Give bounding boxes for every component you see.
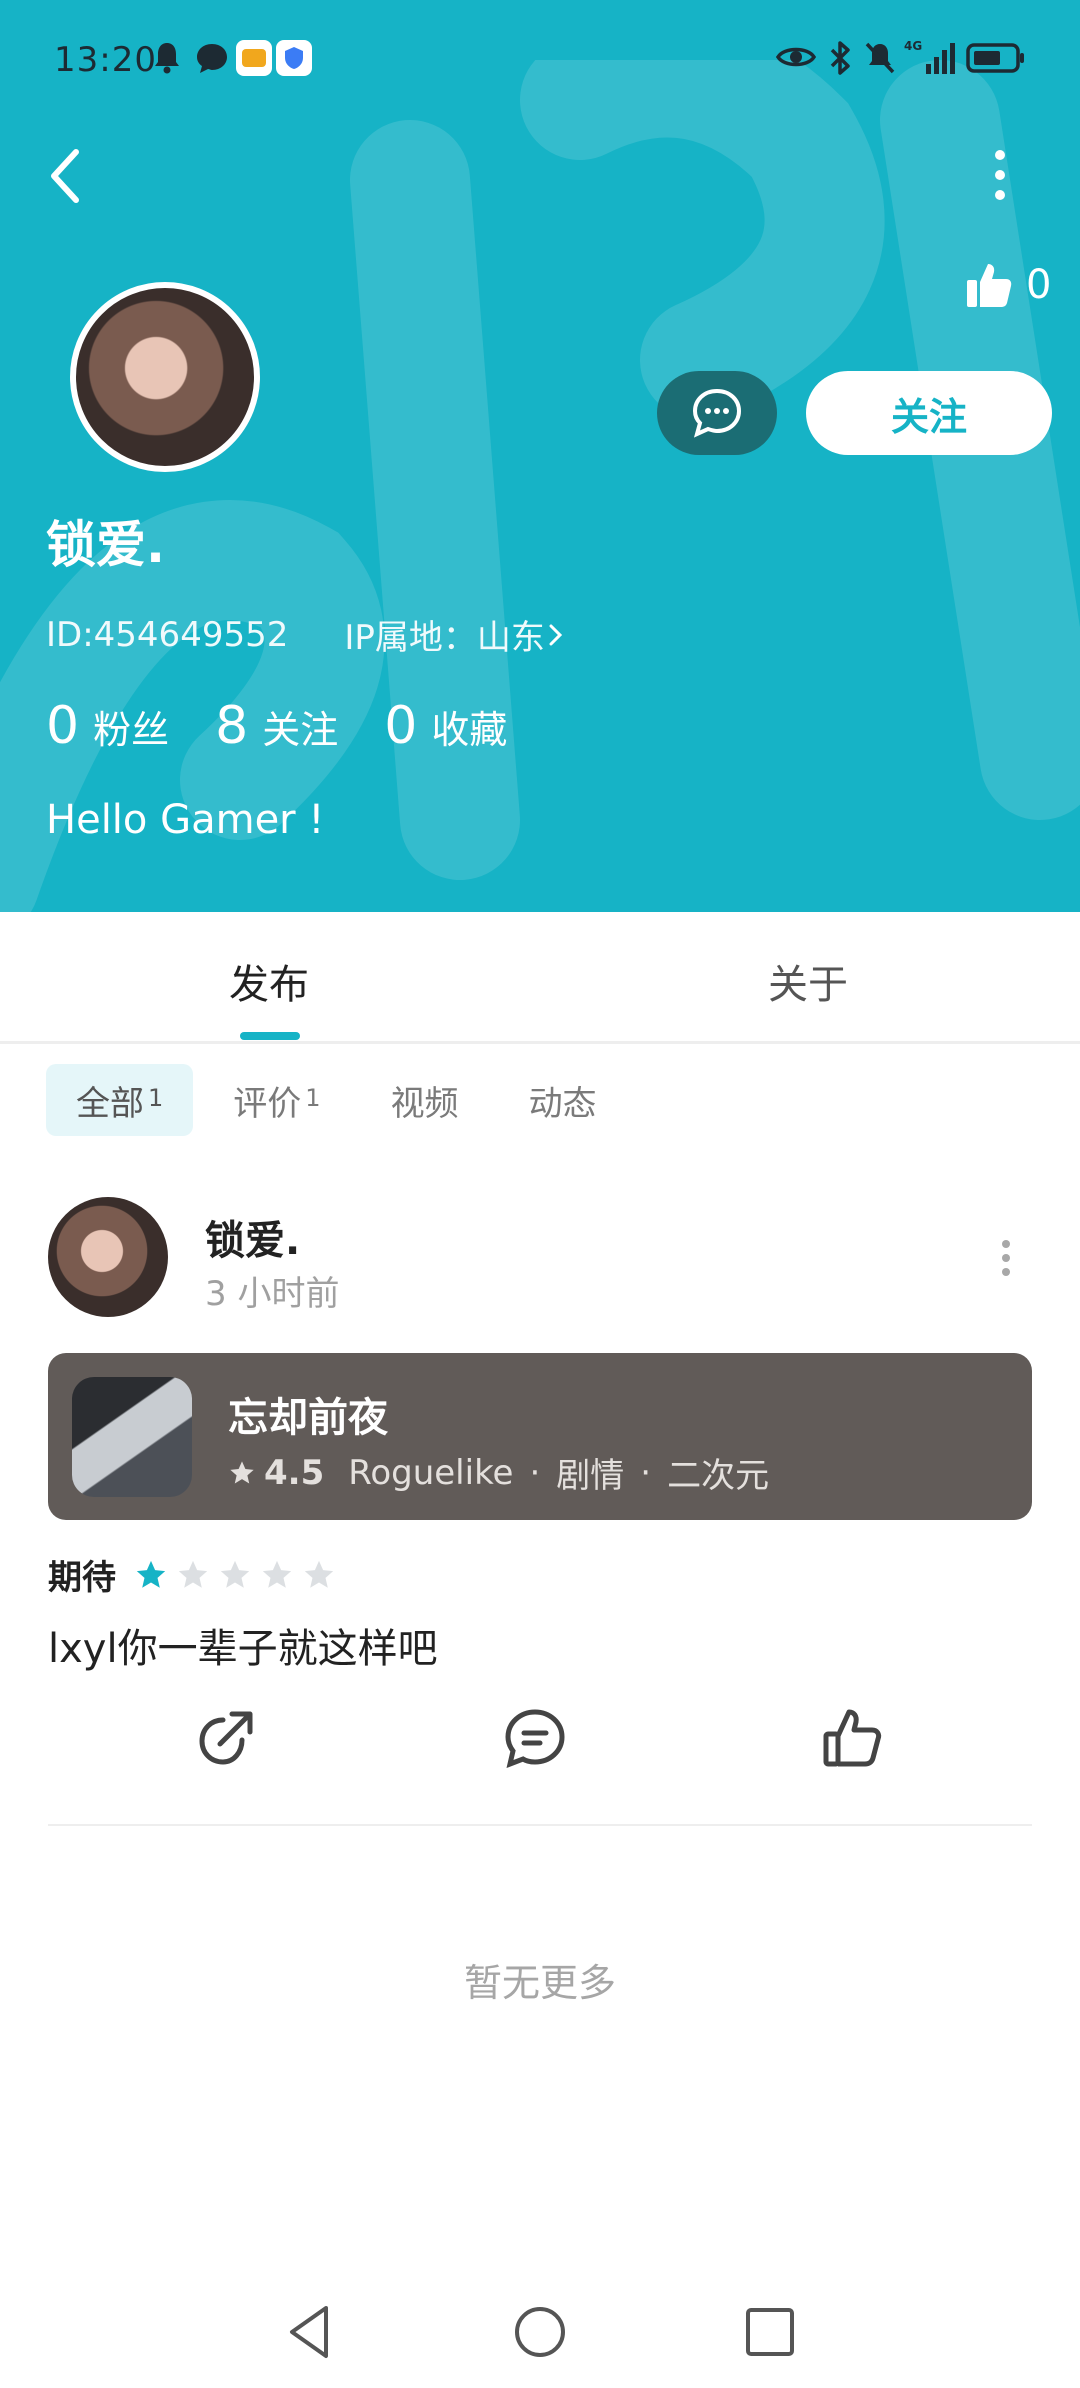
eye-icon xyxy=(776,47,816,67)
back-arrow-icon[interactable] xyxy=(40,140,92,212)
profile-stats: 0 粉丝 8 关注 0 收藏 xyxy=(46,696,553,756)
chat-bubble-icon xyxy=(197,44,227,73)
app-icon xyxy=(236,40,272,76)
signal-icon xyxy=(926,43,955,74)
background-watermark xyxy=(0,60,1080,912)
profile-bio: Hello Gamer ! xyxy=(46,797,325,843)
filter-label: 评价 xyxy=(233,1083,302,1124)
profile-avatar[interactable] xyxy=(70,282,260,472)
rating-row: 期待 xyxy=(48,1550,344,1599)
bell-icon xyxy=(155,43,179,74)
nav-recents-icon[interactable] xyxy=(738,2300,802,2364)
filter-label: 全部 xyxy=(76,1083,144,1124)
rating-label: 期待 xyxy=(48,1558,116,1598)
tab-indicator xyxy=(240,1032,300,1040)
stat-label: 收藏 xyxy=(431,708,508,752)
mute-icon xyxy=(865,42,895,74)
star-icon xyxy=(230,1460,254,1483)
chat-icon xyxy=(692,388,742,438)
tag-separator: · xyxy=(640,1452,652,1493)
game-title: 忘却前夜 xyxy=(228,1395,388,1441)
more-vertical-icon[interactable] xyxy=(980,145,1020,205)
post-author-name[interactable]: 锁爱. xyxy=(205,1208,300,1266)
profile-tabs: 发布 关于 xyxy=(0,912,1080,1044)
game-meta: 4.5 Roguelike · 剧情 · 二次元 xyxy=(228,1448,769,1497)
stat-label: 粉丝 xyxy=(93,708,170,752)
star-empty-icon xyxy=(304,1560,334,1588)
divider xyxy=(48,1824,1032,1826)
game-score: 4.5 xyxy=(264,1452,325,1493)
chevron-right-icon xyxy=(549,624,563,645)
nav-home-icon[interactable] xyxy=(508,2300,572,2364)
bluetooth-icon xyxy=(830,41,850,75)
system-nav-bar xyxy=(0,2280,1080,2388)
status-bar: 13:20 4G xyxy=(0,0,1080,120)
stat-fans[interactable]: 0 粉丝 xyxy=(46,696,169,756)
shield-icon xyxy=(276,40,312,76)
filter-count: 1 xyxy=(148,1084,164,1112)
like-icon[interactable] xyxy=(818,1704,888,1774)
status-time: 13:20 xyxy=(54,40,157,80)
message-button[interactable] xyxy=(657,371,777,455)
game-card[interactable]: 忘却前夜 4.5 Roguelike · 剧情 · 二次元 xyxy=(48,1353,1032,1520)
ip-location-link[interactable]: IP属地：山东 xyxy=(344,610,567,659)
stat-value: 8 xyxy=(215,696,249,756)
post-time: 3 小时前 xyxy=(205,1274,340,1314)
post-actions xyxy=(0,1704,1080,1794)
game-tag: Roguelike xyxy=(348,1452,514,1493)
like-count: 0 xyxy=(1026,262,1052,308)
star-empty-icon xyxy=(220,1560,250,1588)
follow-button[interactable]: 关注 xyxy=(806,371,1052,455)
game-tag: 二次元 xyxy=(667,1456,770,1496)
tag-separator: · xyxy=(529,1452,541,1493)
star-empty-icon xyxy=(262,1560,292,1588)
battery-icon xyxy=(966,43,1024,73)
filter-count: 1 xyxy=(305,1084,321,1112)
post-author-avatar[interactable] xyxy=(48,1197,168,1317)
profile-likes[interactable]: 0 xyxy=(964,255,1051,315)
post-text: lxyl你一辈子就这样吧 xyxy=(48,1626,438,1672)
stat-label: 关注 xyxy=(262,708,339,752)
thumbs-up-icon xyxy=(967,264,1012,307)
nav-back-icon[interactable] xyxy=(278,2300,342,2364)
stat-value: 0 xyxy=(46,696,80,756)
star-filled-icon xyxy=(136,1560,166,1588)
filter-label: 视频 xyxy=(390,1083,459,1124)
filter-all[interactable]: 全部 1 xyxy=(46,1064,194,1136)
filter-moments[interactable]: 动态 xyxy=(499,1064,627,1136)
filter-chips: 全部 1 评价 1 视频 动态 xyxy=(46,1064,637,1136)
ip-location: IP属地：山东 xyxy=(344,618,545,658)
share-icon[interactable] xyxy=(190,1704,260,1774)
comment-icon[interactable] xyxy=(500,1704,570,1774)
stat-value: 0 xyxy=(384,696,418,756)
no-more-label: 暂无更多 xyxy=(463,1961,616,2005)
filter-reviews[interactable]: 评价 1 xyxy=(203,1064,350,1136)
game-tag: 剧情 xyxy=(556,1456,625,1496)
profile-username: 锁爱. xyxy=(46,516,165,574)
stat-following[interactable]: 8 关注 xyxy=(215,696,338,756)
game-icon xyxy=(72,1377,192,1497)
tab-about[interactable]: 关于 xyxy=(768,952,848,1010)
filter-videos[interactable]: 视频 xyxy=(361,1064,489,1136)
user-id: ID:454649552 xyxy=(46,614,289,655)
star-empty-icon xyxy=(178,1560,208,1588)
stat-favorites[interactable]: 0 收藏 xyxy=(384,696,507,756)
tab-posts[interactable]: 发布 xyxy=(229,952,309,1010)
profile-id-row: ID:454649552 IP属地：山东 xyxy=(46,610,567,659)
profile-header: 13:20 4G 0 关注 锁爱. ID:454649552 IP属地：山东 0… xyxy=(0,0,1080,912)
filter-label: 动态 xyxy=(528,1083,597,1124)
post-more-icon[interactable] xyxy=(996,1238,1016,1278)
